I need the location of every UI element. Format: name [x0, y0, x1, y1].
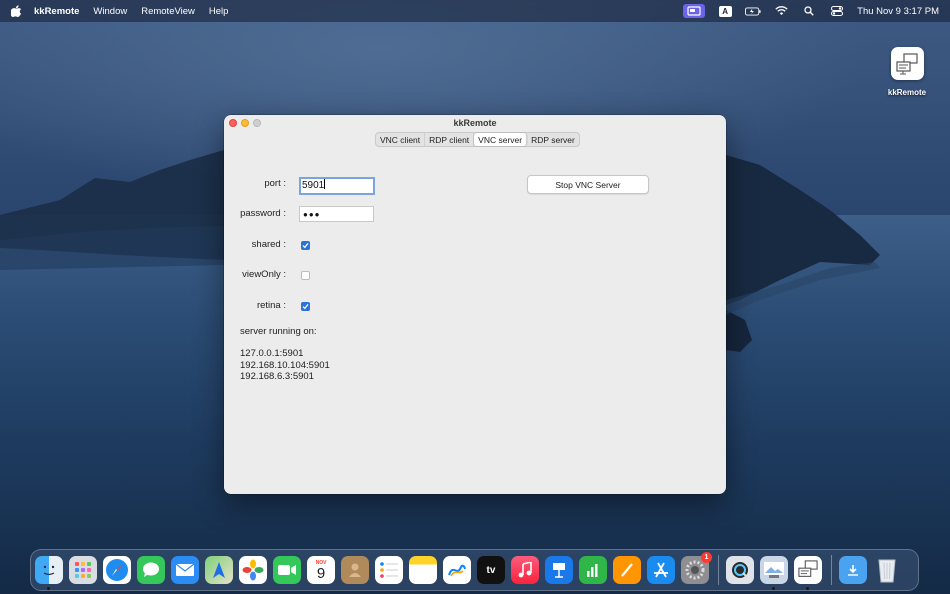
tab-rdp-server[interactable]: RDP server [527, 133, 579, 146]
notification-badge: 1 [701, 552, 712, 563]
desktop-icon-label: kkRemote [887, 88, 927, 97]
running-indicator [772, 587, 775, 590]
password-input[interactable]: ●●● [299, 206, 374, 222]
wifi-icon[interactable] [773, 4, 789, 18]
control-center-icon[interactable] [829, 4, 845, 18]
menu-clock[interactable]: Thu Nov 9 3:17 PM [857, 6, 939, 17]
port-value: 5901 [302, 180, 325, 191]
battery-icon[interactable] [745, 4, 761, 18]
calendar-icon[interactable]: NOV 9 [307, 556, 335, 584]
server-running-label: server running on: [240, 326, 317, 337]
numbers-icon[interactable] [579, 556, 607, 584]
reminders-icon[interactable] [375, 556, 403, 584]
calendar-day: 9 [316, 564, 326, 582]
shared-label: shared : [251, 239, 286, 250]
tab-vnc-server[interactable]: VNC server [474, 133, 528, 146]
tab-bar: VNC client RDP client VNC server RDP ser… [375, 132, 580, 147]
window-minimize-button[interactable] [241, 119, 249, 127]
safari-icon[interactable] [103, 556, 131, 584]
preview-icon[interactable] [760, 556, 788, 590]
menu-bar: kkRemote Window RemoteView Help A Thu No… [0, 0, 950, 22]
system-settings-icon[interactable]: 1 [681, 552, 712, 584]
window-titlebar[interactable]: kkRemote [224, 115, 726, 132]
input-source-label: A [718, 5, 732, 17]
port-input[interactable]: 5901 [299, 177, 375, 195]
window-title: kkRemote [453, 118, 497, 128]
facetime-icon[interactable] [273, 556, 301, 584]
server-address: 192.168.6.3:5901 [240, 371, 314, 382]
mail-icon[interactable] [171, 556, 199, 584]
kkremote-app-icon [890, 47, 924, 80]
finder-icon[interactable] [35, 556, 63, 590]
apple-tv-icon[interactable]: tv [477, 556, 505, 584]
retina-checkbox[interactable] [301, 302, 310, 311]
shared-checkbox[interactable] [301, 241, 310, 250]
kkremote-window: kkRemote VNC client RDP client VNC serve… [224, 115, 726, 494]
viewonly-label: viewOnly : [242, 269, 286, 280]
checkmark-icon [302, 242, 309, 249]
window-zoom-button[interactable] [253, 119, 261, 127]
kkremote-dock-icon[interactable] [794, 556, 822, 590]
dock-separator [718, 555, 719, 585]
trash-icon[interactable] [873, 556, 901, 584]
pages-icon[interactable] [613, 556, 641, 584]
apple-tv-label: tv [486, 564, 496, 576]
quicktime-icon[interactable] [726, 556, 754, 584]
contacts-icon[interactable] [341, 556, 369, 584]
music-icon[interactable] [511, 556, 539, 584]
running-indicator [806, 587, 809, 590]
checkmark-icon [302, 303, 309, 310]
tab-rdp-client[interactable]: RDP client [425, 133, 475, 146]
text-cursor [324, 179, 326, 189]
spotlight-search-icon[interactable] [801, 4, 817, 18]
downloads-folder-icon[interactable] [839, 556, 867, 584]
menu-app-name[interactable]: kkRemote [34, 6, 79, 17]
stop-vnc-server-button[interactable]: Stop VNC Server [527, 175, 649, 194]
messages-icon[interactable] [137, 556, 165, 584]
menu-help[interactable]: Help [209, 6, 229, 17]
notes-icon[interactable] [409, 556, 437, 584]
server-address: 192.168.10.104:5901 [240, 359, 330, 371]
freeform-icon[interactable] [443, 556, 471, 584]
retina-label: retina : [256, 300, 286, 311]
photos-icon[interactable] [239, 556, 267, 584]
tab-vnc-client[interactable]: VNC client [376, 133, 426, 146]
viewonly-checkbox[interactable] [301, 271, 310, 280]
input-source-icon[interactable]: A [717, 4, 733, 18]
running-indicator [47, 587, 50, 590]
keynote-icon[interactable] [545, 556, 573, 584]
desktop-kkremote-icon[interactable]: kkRemote [883, 47, 931, 97]
window-close-button[interactable] [229, 119, 237, 127]
server-address: 127.0.0.1:5901 [240, 348, 304, 359]
dock: NOV 9 tv 1 [30, 549, 919, 591]
screen-share-status-icon[interactable] [683, 4, 706, 18]
dock-separator [831, 555, 832, 585]
app-store-icon[interactable] [647, 556, 675, 584]
menu-window[interactable]: Window [93, 6, 127, 17]
launchpad-icon[interactable] [69, 556, 97, 584]
port-label: port : [264, 178, 286, 189]
maps-icon[interactable] [205, 556, 233, 584]
apple-menu-icon[interactable] [11, 4, 25, 18]
menu-remoteview[interactable]: RemoteView [141, 6, 195, 17]
password-label: password : [240, 208, 286, 219]
